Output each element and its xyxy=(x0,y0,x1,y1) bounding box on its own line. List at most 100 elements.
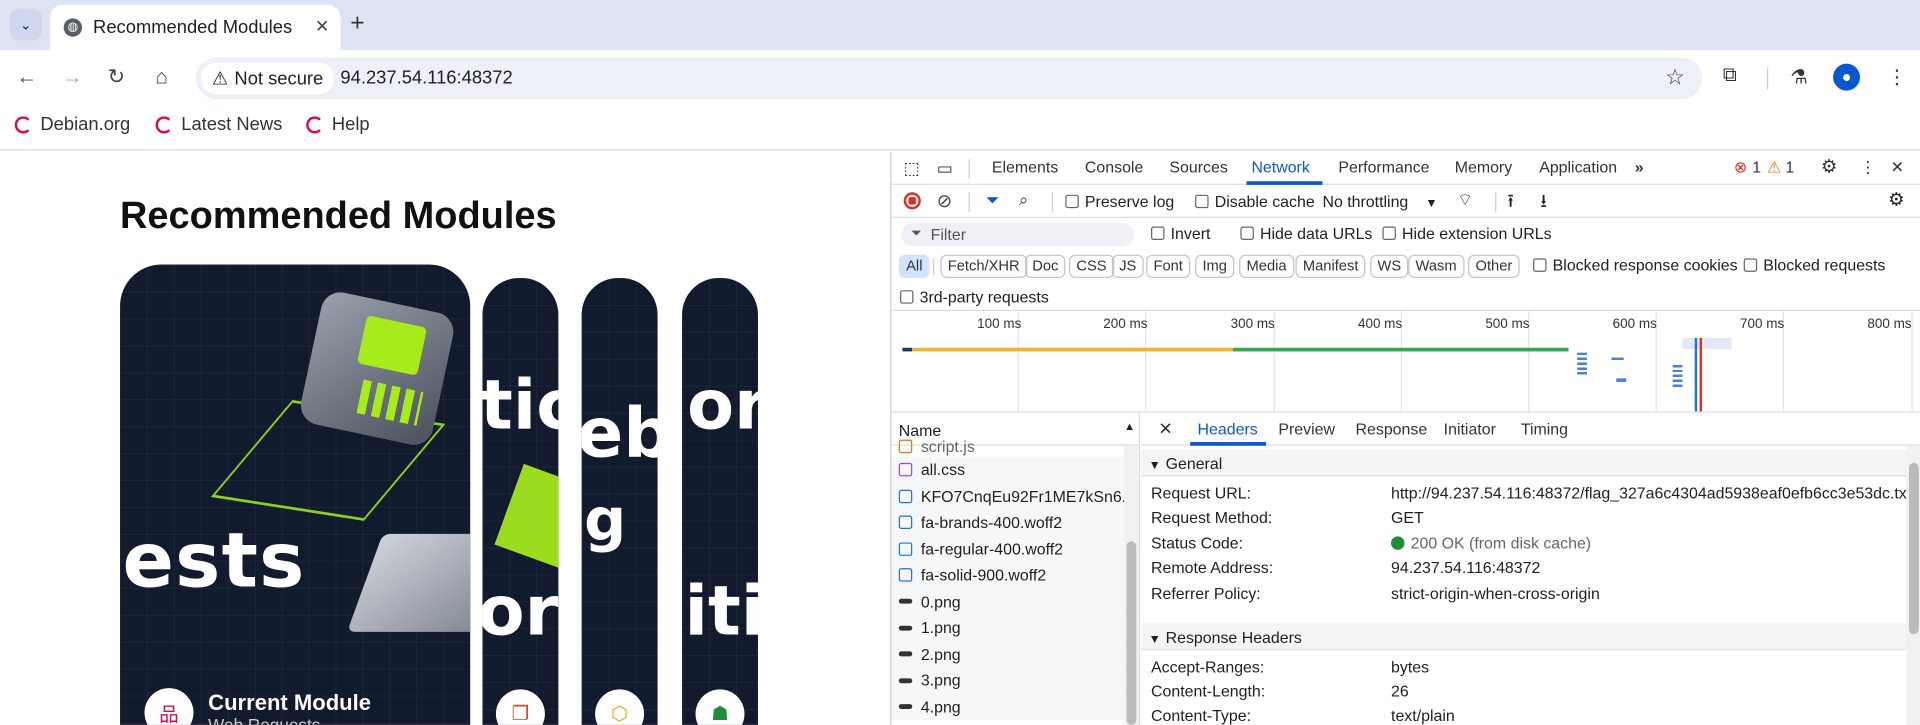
module-card-4[interactable]: or iti ☗ xyxy=(682,277,758,725)
type-filter-other[interactable]: Other xyxy=(1468,254,1520,278)
network-settings-icon[interactable]: ⚙ xyxy=(1888,189,1904,211)
blocked-requests-checkbox[interactable]: Blocked requests xyxy=(1743,256,1885,274)
filter-input[interactable]: ⏷ Filter xyxy=(901,222,1134,247)
type-filter-wasm[interactable]: Wasm xyxy=(1408,254,1464,278)
tab-elements[interactable]: Elements xyxy=(992,158,1058,176)
export-har-icon[interactable]: ⭳ xyxy=(1540,189,1546,220)
close-details-icon[interactable]: ✕ xyxy=(1158,419,1172,440)
network-conditions-icon[interactable]: ⌔ xyxy=(1457,190,1473,212)
warning-count[interactable]: 1 xyxy=(1785,158,1794,176)
settings-gear-icon[interactable]: ⚙ xyxy=(1821,156,1837,178)
request-row[interactable]: all.css xyxy=(891,456,1125,484)
request-row[interactable]: 3.png xyxy=(891,667,1125,694)
forward-button[interactable]: → xyxy=(59,65,86,89)
type-filter-css[interactable]: CSS xyxy=(1068,254,1114,278)
details-scrollbar[interactable] xyxy=(1906,445,1920,725)
bookmark-debian[interactable]: Debian.org xyxy=(14,114,130,135)
tab-search-button[interactable]: ⌄ xyxy=(9,8,42,41)
checkbox-box[interactable] xyxy=(1065,194,1079,209)
request-row[interactable]: fa-solid-900.woff2 xyxy=(891,562,1125,589)
disable-cache-checkbox[interactable]: Disable cache xyxy=(1195,192,1315,211)
browser-tab[interactable]: ◍ Recommended Modules ✕ xyxy=(50,4,341,51)
checkbox-box[interactable] xyxy=(1151,226,1165,241)
home-button[interactable]: ⌂ xyxy=(148,65,175,89)
throttling-select[interactable]: No throttling ▼ xyxy=(1322,192,1437,210)
labs-flask-icon[interactable]: ⚗ xyxy=(1790,65,1808,89)
menu-kebab-icon[interactable]: ⋮ xyxy=(1887,65,1907,89)
type-filter-all[interactable]: All xyxy=(898,254,930,278)
warning-icon[interactable]: ⚠ xyxy=(1767,158,1781,178)
invert-checkbox[interactable]: Invert xyxy=(1151,224,1210,242)
filter-funnel-icon[interactable]: ⏷ xyxy=(986,190,1000,211)
site-info-chip[interactable]: ⚠ Not secure xyxy=(200,62,335,95)
request-row[interactable]: 2.png xyxy=(891,641,1125,668)
checkbox-box[interactable] xyxy=(1533,258,1547,272)
clear-icon[interactable]: ⊘ xyxy=(937,190,952,212)
type-filter-doc[interactable]: Doc xyxy=(1024,254,1066,278)
tab-network[interactable]: Network xyxy=(1251,158,1309,176)
record-stop-icon[interactable] xyxy=(903,192,921,210)
error-count[interactable]: 1 xyxy=(1752,158,1761,176)
module-card-3[interactable]: eb g ⬡ xyxy=(581,277,658,725)
request-row[interactable]: KFO7CnqEu92Fr1ME7kSn6... xyxy=(891,483,1125,510)
blocked-cookies-checkbox[interactable]: Blocked response cookies xyxy=(1533,256,1738,274)
devtools-menu-icon[interactable]: ⋮ xyxy=(1860,158,1876,178)
tab-preview[interactable]: Preview xyxy=(1278,420,1335,438)
type-filter-ws[interactable]: WS xyxy=(1370,254,1409,278)
hide-extension-urls-checkbox[interactable]: Hide extension URLs xyxy=(1382,224,1552,242)
type-filter-media[interactable]: Media xyxy=(1239,254,1294,278)
tab-timing[interactable]: Timing xyxy=(1521,420,1568,438)
request-url-value[interactable]: http://94.237.54.116:48372/flag_327a6c43… xyxy=(1391,484,1911,502)
more-tabs-icon[interactable]: » xyxy=(1635,158,1644,176)
tab-memory[interactable]: Memory xyxy=(1455,158,1512,176)
type-filter-img[interactable]: Img xyxy=(1195,254,1235,278)
address-bar[interactable]: ⚠ Not secure 94.237.54.116:48372 ☆ xyxy=(195,57,1703,100)
hide-data-urls-checkbox[interactable]: Hide data URLs xyxy=(1240,224,1372,242)
close-tab-icon[interactable]: ✕ xyxy=(315,16,329,37)
type-filter-fetch[interactable]: Fetch/XHR xyxy=(940,254,1027,278)
tab-sources[interactable]: Sources xyxy=(1169,158,1227,176)
close-devtools-icon[interactable]: ✕ xyxy=(1891,158,1904,178)
back-button[interactable]: ← xyxy=(13,65,40,89)
scrollbar-thumb[interactable] xyxy=(1908,462,1919,635)
checkbox-box[interactable] xyxy=(1240,226,1254,241)
bookmark-star-icon[interactable]: ☆ xyxy=(1665,65,1685,91)
module-card-current[interactable]: ests 品 Current Module Web Requests xyxy=(120,264,471,725)
request-row[interactable]: 4.png xyxy=(891,693,1125,721)
new-tab-button[interactable]: + xyxy=(350,10,364,38)
request-row[interactable]: fa-brands-400.woff2 xyxy=(891,509,1125,536)
checkbox-box[interactable] xyxy=(1382,226,1396,241)
search-icon[interactable]: ⌕ xyxy=(1019,190,1029,211)
tab-application[interactable]: Application xyxy=(1539,158,1617,176)
checkbox-box[interactable] xyxy=(1195,194,1209,209)
type-filter-font[interactable]: Font xyxy=(1146,254,1191,278)
profile-avatar-icon[interactable]: ● xyxy=(1833,63,1861,91)
request-row[interactable]: fa-regular-400.woff2 xyxy=(891,535,1125,563)
bookmark-latest-news[interactable]: Latest News xyxy=(155,114,282,135)
preserve-log-checkbox[interactable]: Preserve log xyxy=(1065,192,1174,211)
module-card-2[interactable]: tic or ❐ xyxy=(482,277,559,725)
error-icon[interactable]: ⊗ xyxy=(1734,158,1747,178)
scrollbar-thumb[interactable] xyxy=(1126,541,1137,725)
network-overview-timeline[interactable]: 100 ms 200 ms 300 ms 400 ms 500 ms 600 m… xyxy=(891,311,1920,413)
import-har-icon[interactable]: ⭱ xyxy=(1507,189,1513,220)
checkbox-box[interactable] xyxy=(1743,258,1758,272)
tab-headers[interactable]: Headers xyxy=(1198,420,1258,438)
request-list-scrollbar[interactable] xyxy=(1124,445,1139,725)
tab-response[interactable]: Response xyxy=(1356,420,1428,438)
checkbox-box[interactable] xyxy=(900,290,914,304)
type-filter-manifest[interactable]: Manifest xyxy=(1295,254,1366,278)
inspect-element-icon[interactable]: ⬚ xyxy=(904,158,920,179)
url-text[interactable]: 94.237.54.116:48372 xyxy=(340,67,512,88)
bookmark-help[interactable]: Help xyxy=(306,114,370,135)
third-party-checkbox[interactable]: 3rd-party requests xyxy=(900,288,1049,306)
general-section-header[interactable]: ▼ General xyxy=(1141,449,1907,477)
tab-console[interactable]: Console xyxy=(1085,158,1143,176)
tab-initiator[interactable]: Initiator xyxy=(1444,420,1496,438)
request-row[interactable]: 1.png xyxy=(891,614,1125,642)
request-row[interactable]: 0.png xyxy=(891,588,1125,615)
tab-performance[interactable]: Performance xyxy=(1338,158,1429,176)
extensions-icon[interactable]: ⧉ xyxy=(1723,65,1737,87)
response-headers-section-header[interactable]: ▼ Response Headers xyxy=(1141,623,1907,651)
type-filter-js[interactable]: JS xyxy=(1111,254,1144,278)
